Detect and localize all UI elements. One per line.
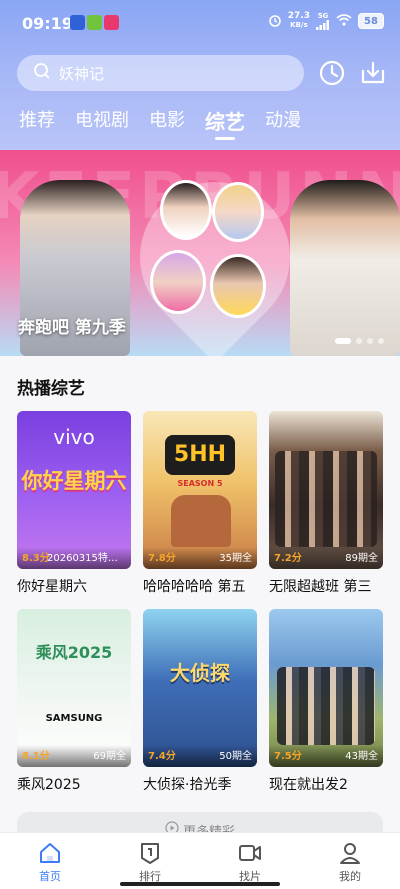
banner-dot[interactable] [356, 338, 362, 344]
nav-item-home[interactable]: 首页 [0, 833, 100, 889]
show-poster: 7.5分 43期全 [269, 609, 383, 767]
battery-icon: 58 [358, 13, 384, 29]
banner-title: 奔跑吧 第九季 [18, 318, 126, 338]
notification-app-icon [70, 15, 85, 30]
show-title: 哈哈哈哈哈 第五 [143, 579, 246, 595]
show-score: 7.5分 [274, 751, 302, 762]
show-score: 7.8分 [148, 553, 176, 564]
show-poster: 大侦探 7.4分 50期全 [143, 609, 257, 767]
poster-brand: vivo [53, 425, 95, 449]
poster-brand: SEASON 5 [177, 479, 223, 488]
rank-icon [138, 841, 162, 865]
alarm-icon [268, 13, 282, 30]
show-episodes: 43期全 [345, 751, 378, 762]
banner-cast-photo [160, 180, 212, 240]
nav-item-profile[interactable]: 我的 [300, 833, 400, 889]
profile-icon [338, 841, 362, 865]
show-score: 7.4分 [148, 751, 176, 762]
nav-label-profile: 我的 [339, 870, 361, 883]
show-episodes: 35期全 [219, 553, 252, 564]
show-update-info: 20260315特… [47, 553, 118, 564]
nav-label-home: 首页 [39, 870, 61, 883]
notification-app-icon [104, 15, 119, 30]
show-card[interactable]: 7.5分 43期全 现在就出发2 [269, 609, 383, 794]
show-title: 无限超越班 第三 [269, 579, 372, 595]
poster-cast-group [277, 667, 375, 745]
show-title: 现在就出发2 [269, 777, 348, 793]
show-card[interactable]: vivo 你好星期六 8.3分 20260315特… 你好星期六 [17, 411, 131, 596]
poster-title: 5HH [165, 435, 235, 475]
banner-dot[interactable] [367, 338, 373, 344]
nav-item-discover[interactable]: 找片 [200, 833, 300, 889]
show-episodes: 89期全 [345, 553, 378, 564]
banner-dot[interactable] [335, 338, 351, 344]
show-poster: 7.2分 89期全 [269, 411, 383, 569]
show-card[interactable]: 5HH SEASON 5 7.8分 35期全 哈哈哈哈哈 第五 [143, 411, 257, 596]
header: 09:19 27.3 KB/s 5G 58 妖神记 推荐 电视剧 电影 综艺 动… [0, 0, 400, 150]
history-button[interactable] [317, 58, 347, 88]
bottom-nav: 首页 排行 找片 我的 [0, 832, 400, 889]
search-icon [33, 62, 51, 84]
show-score: 7.2分 [274, 553, 302, 564]
signal-icon: 5G [316, 12, 330, 30]
notification-app-icon [87, 15, 102, 30]
show-poster: vivo 你好星期六 8.3分 20260315特… [17, 411, 131, 569]
banner-pagination [335, 338, 384, 344]
banner-dot[interactable] [378, 338, 384, 344]
show-card[interactable]: 7.2分 89期全 无限超越班 第三 [269, 411, 383, 596]
tab-anime[interactable]: 动漫 [265, 106, 301, 136]
show-poster: 乘风2025 SAMSUNG 8.1分 69期全 [17, 609, 131, 767]
home-indicator[interactable] [120, 882, 280, 886]
show-card[interactable]: 乘风2025 SAMSUNG 8.1分 69期全 乘风2025 [17, 609, 131, 794]
download-icon [358, 61, 388, 92]
poster-title: 大侦探 [170, 661, 230, 685]
home-icon [38, 841, 62, 865]
category-tabs: 推荐 电视剧 电影 综艺 动漫 [19, 106, 321, 140]
show-episodes: 69期全 [93, 751, 126, 762]
tab-tv-series[interactable]: 电视剧 [75, 106, 129, 136]
banner-cast-photo [290, 180, 400, 356]
show-poster: 5HH SEASON 5 7.8分 35期全 [143, 411, 257, 569]
section-title: 热播综艺 [17, 379, 85, 399]
show-score: 8.3分 [22, 553, 50, 564]
show-score: 8.1分 [22, 751, 50, 762]
nav-item-rank[interactable]: 排行 [100, 833, 200, 889]
show-title: 乘风2025 [17, 777, 81, 793]
tab-movies[interactable]: 电影 [149, 106, 185, 136]
banner-cast-photo [210, 254, 266, 318]
download-button[interactable] [358, 58, 388, 88]
show-title: 你好星期六 [17, 579, 87, 595]
tab-recommend[interactable]: 推荐 [19, 106, 55, 136]
status-time: 09:19 [22, 14, 73, 33]
search-input[interactable]: 妖神记 [17, 55, 304, 91]
show-card[interactable]: 大侦探 7.4分 50期全 大侦探·拾光季 [143, 609, 257, 794]
status-bar: 09:19 27.3 KB/s 5G 58 [0, 0, 400, 44]
search-placeholder: 妖神记 [59, 64, 105, 83]
wifi-icon [336, 13, 352, 29]
show-episodes: 50期全 [219, 751, 252, 762]
show-title: 大侦探·拾光季 [143, 777, 232, 793]
clock-icon [317, 60, 347, 92]
poster-rock-shape [171, 495, 231, 547]
banner-cast-photo [150, 250, 206, 314]
tab-variety[interactable]: 综艺 [205, 106, 245, 140]
signal-label: 5G [317, 12, 329, 20]
net-speed: 27.3 KB/s [288, 12, 310, 30]
poster-title: 乘风2025 [35, 643, 113, 662]
net-speed-unit: KB/s [290, 21, 308, 29]
poster-brand: SAMSUNG [45, 713, 103, 724]
banner-cast-photo [212, 182, 264, 242]
poster-cast-group [275, 451, 377, 547]
video-icon [238, 841, 262, 865]
poster-title: 你好星期六 [21, 469, 127, 493]
net-speed-value: 27.3 [287, 11, 310, 21]
featured-banner[interactable]: KEEPRUNNIN 奔跑吧 第九季 [0, 150, 400, 356]
